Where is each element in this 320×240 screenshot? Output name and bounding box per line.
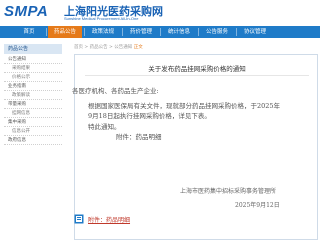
nav-divider (122, 28, 123, 36)
document-attachment-note: 附件：药品明细 (116, 133, 162, 141)
breadcrumb-path[interactable]: 首页 > 药品公告 > 公告通知 (74, 45, 132, 50)
document-body-line: 根据国家医保局有关文件，现就部分药品挂网采购价格，于2025年 (88, 102, 281, 110)
nav-item-services[interactable]: 公告服务 (200, 26, 234, 38)
sidebar-item[interactable]: 公告通知 (4, 56, 62, 64)
document-title: 关于发布药品挂网采购价格的通知 (148, 65, 246, 73)
nav-divider (84, 28, 85, 36)
attachment-icon (74, 214, 84, 224)
site-subtitle: Sunshine Medical Procurement All-In-One (64, 16, 139, 21)
nav-item-pricing[interactable]: 药价管理 (124, 26, 158, 38)
nav-divider (46, 28, 47, 36)
sidebar-item[interactable]: 挂网信息 (4, 110, 62, 118)
sidebar-item[interactable]: 集中采购 (4, 119, 62, 127)
document-closing: 特此通知。 (88, 123, 121, 131)
document-body-line: 9月18日起执行挂网采购价格，详见下表。 (88, 112, 211, 120)
nav-item-home[interactable]: 首页 (14, 26, 44, 38)
nav-item-statistics[interactable]: 统计信息 (162, 26, 196, 38)
signature-organization: 上海市医药集中招标采购事务管理所 (180, 188, 277, 195)
breadcrumb: 首页 > 药品公告 > 公告通知 正文 (74, 44, 143, 52)
document-panel: 关于发布药品挂网采购价格的通知 (74, 54, 318, 240)
sidebar-heading: 药品公告 (4, 44, 62, 54)
sidebar-item[interactable]: 采购结果 (4, 65, 62, 73)
signature-date: 2025年9月12日 (235, 202, 280, 209)
breadcrumb-current: 正文 (133, 45, 143, 50)
main-nav: 首页 药品公告 政策法规 药价管理 统计信息 公告服务 协议管理 (0, 26, 320, 38)
title-divider (85, 75, 309, 76)
nav-item-policy[interactable]: 政策法规 (86, 26, 120, 38)
attachment-link-text[interactable]: 附件：药品明细 (88, 215, 130, 224)
nav-divider (236, 28, 237, 36)
site-header: SMPA 上海阳光医药采购网 Sunshine Medical Procurem… (0, 0, 320, 26)
sidebar-item[interactable]: 带量采购 (4, 101, 62, 109)
sidebar: 药品公告 公告通知 采购结果 价格公示 业务指南 政策解读 带量采购 挂网信息 … (0, 40, 64, 240)
nav-item-announcements[interactable]: 药品公告 (48, 26, 82, 38)
nav-divider (198, 28, 199, 36)
nav-divider (160, 28, 161, 36)
sidebar-item[interactable]: 价格公示 (4, 74, 62, 82)
main-content: 首页 > 药品公告 > 公告通知 正文 关于发布药品挂网采购价格的通知 各医疗机… (64, 40, 320, 240)
nav-item-agreements[interactable]: 协议管理 (238, 26, 272, 38)
sidebar-item[interactable]: 政策解读 (4, 92, 62, 100)
sidebar-item[interactable]: 业务指南 (4, 83, 62, 91)
site-logo[interactable]: SMPA (4, 3, 48, 20)
document-salutation: 各医疗机构、各药品生产企业: (72, 87, 159, 95)
sidebar-item[interactable]: 政府信息 (4, 137, 62, 145)
sidebar-item[interactable]: 信息公开 (4, 128, 62, 136)
